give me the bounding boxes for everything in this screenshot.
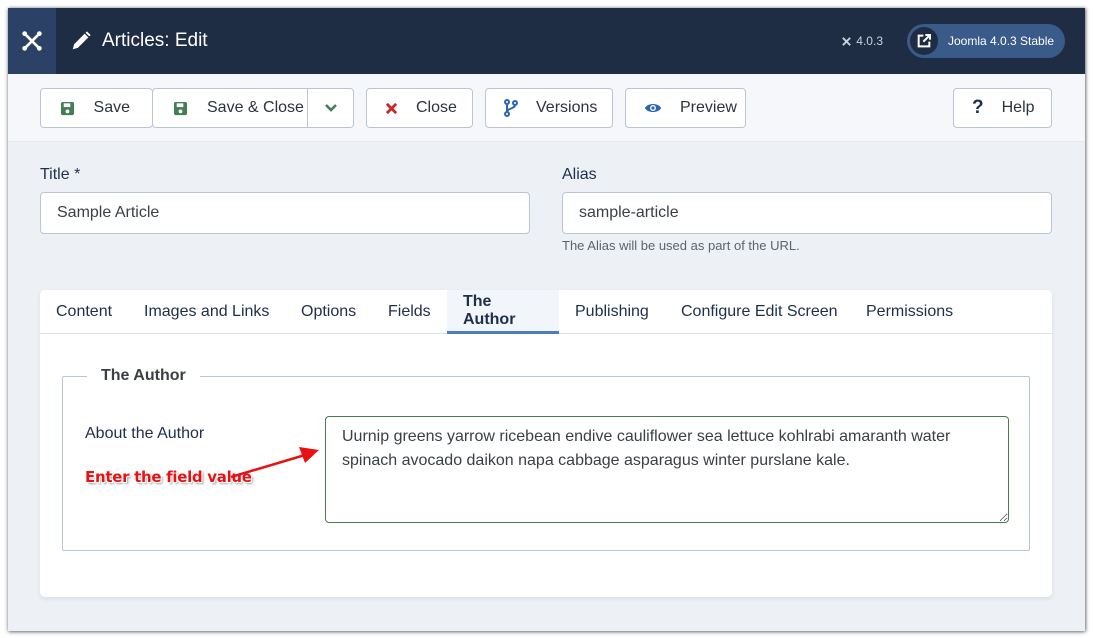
tab-permissions[interactable]: Permissions [850,290,969,334]
version-text: 4.0.3 [856,34,883,48]
tab-configure-edit-screen[interactable]: Configure Edit Screen [665,290,854,334]
save-label: Save [93,99,130,116]
header-bar: Articles: Edit 4.0.3 Joomla 4.0.3 Stable [8,8,1085,74]
eye-icon [644,99,662,117]
title-label: Title * [40,166,81,183]
save-button[interactable]: Save [40,88,153,128]
alias-label: Alias [562,166,597,183]
annotation-text: Enter the field value [85,468,252,486]
save-icon [171,99,189,117]
external-link-icon [910,27,938,55]
question-icon: ? [972,97,984,118]
code-branch-icon [504,99,518,117]
site-link-label: Joomla 4.0.3 Stable [948,34,1055,48]
app-window: Articles: Edit 4.0.3 Joomla 4.0.3 Stable… [8,8,1085,631]
about-author-label: About the Author [85,425,205,442]
help-button[interactable]: ? Help [953,88,1052,128]
toolbar: Save Save & Close Close Versions Preview… [8,74,1085,142]
preview-label: Preview [680,99,737,116]
tab-bar: Content Images and Links Options Fields … [40,290,1052,334]
tab-content[interactable]: Content [40,290,128,334]
close-button[interactable]: Close [366,88,473,128]
author-fieldset: The Author About the Author Enter the fi… [62,367,1030,551]
joomla-logo-button[interactable] [8,8,56,74]
joomla-version: 4.0.3 [841,8,883,74]
tab-the-author[interactable]: The Author [447,290,559,334]
save-icon [59,99,76,117]
annotation-arrow-icon [230,447,319,479]
page-title-text: Articles: Edit [102,30,208,51]
pencil-icon [72,31,91,50]
help-label: Help [1001,99,1035,116]
title-input[interactable] [40,192,530,234]
about-author-textarea[interactable]: Uurnip greens yarrow ricebean endive cau… [325,416,1009,523]
view-site-link[interactable]: Joomla 4.0.3 Stable [907,24,1065,58]
preview-button[interactable]: Preview [625,88,746,128]
versions-label: Versions [536,99,598,116]
alias-help-text: The Alias will be used as part of the UR… [562,238,800,253]
fieldset-legend: The Author [87,367,200,385]
chevron-down-icon [325,104,337,112]
tabs-card: Content Images and Links Options Fields … [40,290,1052,597]
joomla-logo-icon [22,31,42,51]
tab-fields[interactable]: Fields [372,290,447,334]
tab-images-and-links[interactable]: Images and Links [128,290,285,334]
page-title: Articles: Edit [70,8,208,74]
save-options-dropdown[interactable] [308,89,354,127]
close-icon [385,99,398,117]
versions-button[interactable]: Versions [485,88,613,128]
tab-options[interactable]: Options [285,290,372,334]
alias-input[interactable] [562,192,1052,234]
save-close-button[interactable]: Save & Close [152,88,354,128]
joomla-small-icon [842,36,852,46]
close-label: Close [416,99,457,116]
tab-publishing[interactable]: Publishing [559,290,665,334]
